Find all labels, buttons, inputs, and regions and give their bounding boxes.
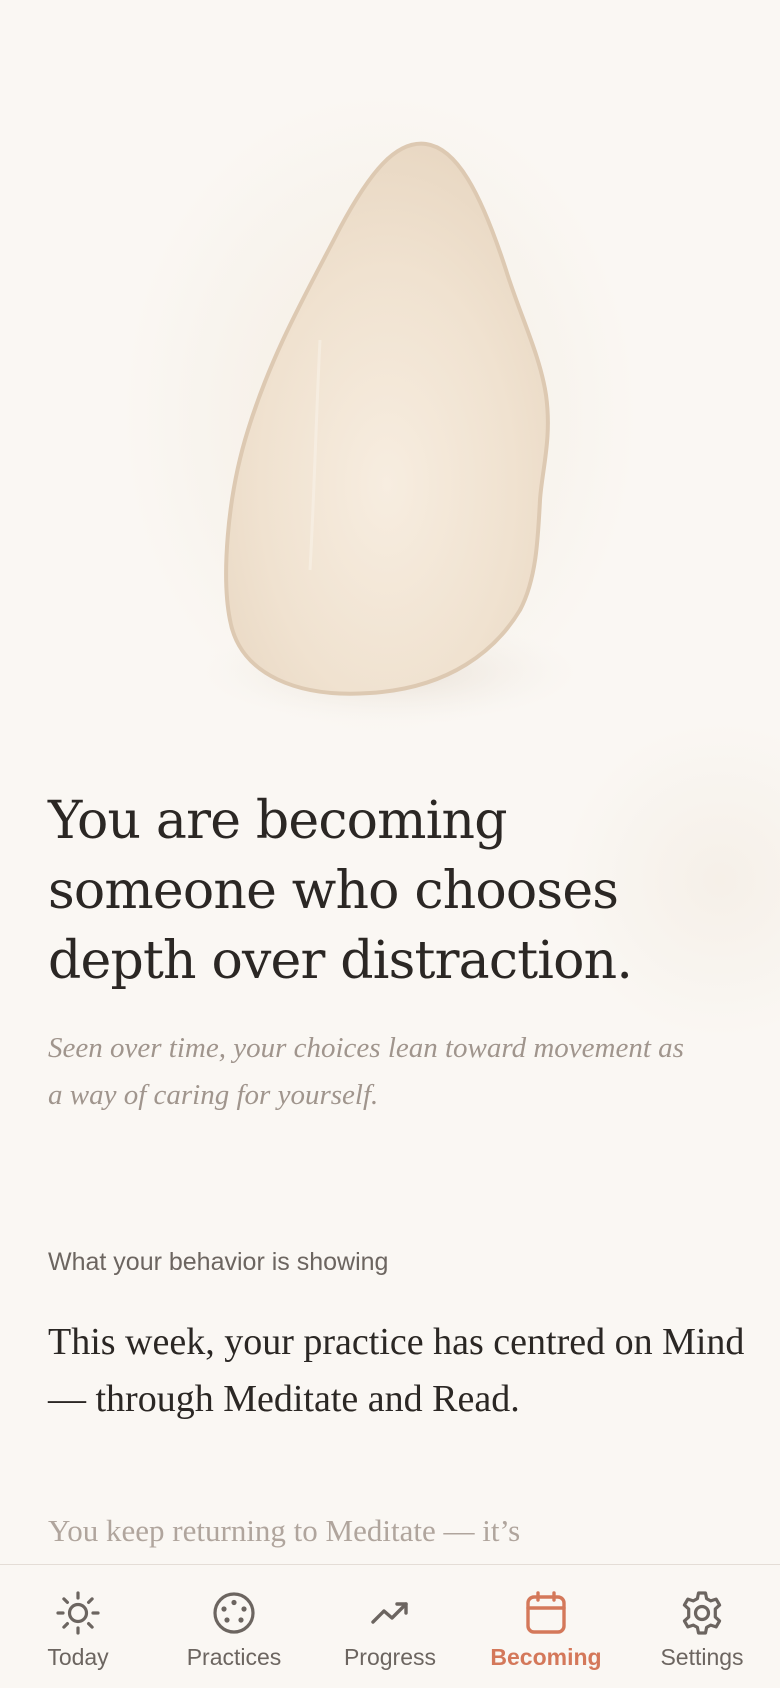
tab-practices[interactable]: Practices [156, 1565, 312, 1688]
gear-icon [678, 1589, 726, 1637]
identity-subline: Seen over time, your choices lean toward… [48, 1032, 684, 1111]
tab-becoming[interactable]: Becoming [468, 1565, 624, 1688]
palette-icon [210, 1589, 258, 1637]
weekly-summary: This week, your practice has centred on … [48, 1321, 745, 1420]
tab-label: Becoming [490, 1644, 602, 1670]
pattern-summary-partial: You keep returning to Meditate — it’s [48, 1513, 521, 1548]
becoming-screen: You are becoming someone who chooses dep… [0, 0, 780, 1688]
trending-up-icon [366, 1589, 414, 1637]
tab-label: Progress [343, 1644, 437, 1670]
sun-icon [54, 1589, 102, 1637]
identity-headline: You are becoming someone who chooses dep… [48, 791, 633, 991]
section-label: What your behavior is showing [48, 1248, 389, 1276]
bottom-tab-bar: Today Practices Progress Becoming Settin… [0, 1564, 780, 1688]
tab-progress[interactable]: Progress [312, 1565, 468, 1688]
stone-illustration [190, 120, 600, 740]
calendar-icon [522, 1589, 570, 1637]
tab-today[interactable]: Today [0, 1565, 156, 1688]
tab-settings[interactable]: Settings [624, 1565, 780, 1688]
tab-label: Settings [660, 1644, 744, 1670]
tab-label: Practices [186, 1644, 282, 1670]
tab-label: Today [47, 1644, 109, 1670]
